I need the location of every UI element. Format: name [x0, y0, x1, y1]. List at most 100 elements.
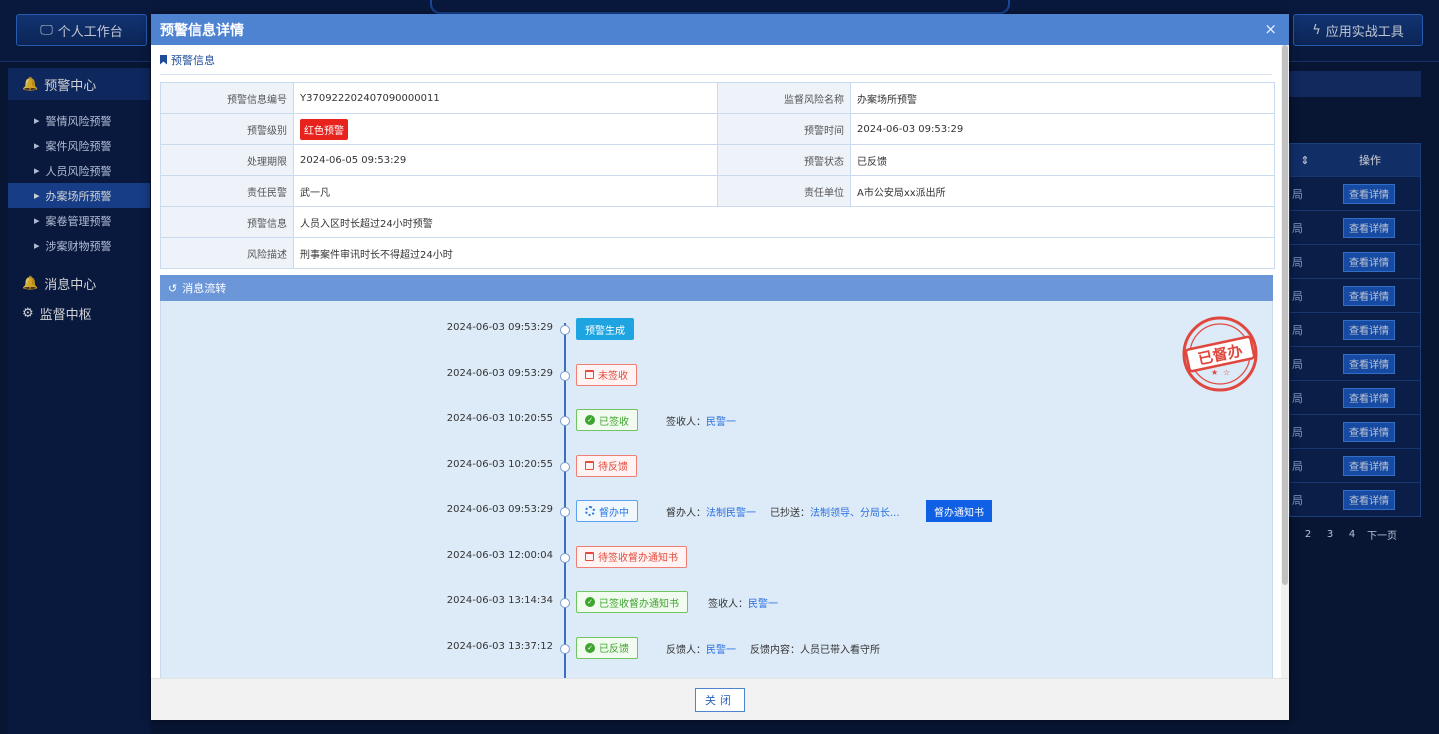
event-detail: 签收人：民警一 — [708, 595, 778, 610]
deadline: 2024-06-05 09:53:29 — [293, 144, 718, 176]
field-label: 预警状态 — [717, 144, 851, 176]
event-status-tag: 待签收督办通知书 — [576, 545, 687, 568]
section-warning-info: 预警信息 — [160, 45, 1272, 75]
event-status-text: 未签收 — [598, 371, 628, 382]
risk-description: 刑事案件审讯时长不得超过24小时 — [293, 237, 1275, 269]
timeline-dot — [560, 507, 570, 517]
history-icon: ↺ — [168, 281, 178, 295]
timeline-event: 2024-06-03 12:00:04 待签收督办通知书 — [161, 545, 1261, 568]
timeline-dot — [560, 325, 570, 335]
detail-key: 签收人： — [708, 599, 748, 610]
event-status-tag: 未签收 — [576, 363, 637, 386]
modal-title-bar: 预警信息详情 × — [151, 14, 1289, 45]
detail-key: 督办人： — [666, 508, 706, 519]
event-detail: 反馈人：民警一 反馈内容：人员已带入看守所 — [666, 641, 880, 656]
message-flow-timeline: 已督办 ★ ☆ 2024-06-03 09:53:29 预警生成 2024-06-0… — [160, 301, 1273, 678]
field-label: 预警信息编号 — [160, 82, 294, 114]
field-label: 预警信息 — [160, 206, 294, 238]
detail-key: 反馈内容： — [750, 644, 800, 656]
info-table: 预警信息编号 Y370922202407090000011 监督风险名称 办案场… — [160, 82, 1275, 269]
loading-icon — [585, 506, 595, 516]
event-status-text: 已签收 — [599, 416, 629, 428]
event-time: 2024-06-03 13:37:12 — [446, 640, 553, 652]
modal-scrollbar[interactable] — [1281, 45, 1289, 678]
warning-info: 人员入区时长超过24小时预警 — [293, 206, 1275, 238]
timeline-event: 2024-06-03 10:20:55 ✓ 已签收 签收人：民警一 — [161, 409, 1261, 431]
field-label: 预警时间 — [717, 113, 851, 145]
detail-link[interactable]: 民警一 — [748, 599, 778, 610]
event-time: 2024-06-03 09:53:29 — [446, 367, 553, 379]
event-status-tag: 待反馈 — [576, 454, 637, 477]
event-status-text: 已反馈 — [599, 644, 629, 655]
event-time: 2024-06-03 09:53:29 — [446, 504, 553, 515]
detail-link[interactable]: 法制领导、分局长... — [810, 508, 900, 519]
warning-code: Y370922202407090000011 — [293, 82, 718, 114]
responsible-police: 武一凡 — [293, 175, 718, 207]
event-status-text: 已签收督办通知书 — [599, 598, 679, 610]
field-label: 责任民警 — [160, 175, 294, 207]
event-time: 2024-06-03 13:14:34 — [446, 595, 553, 606]
detail-link[interactable]: 民警一 — [706, 645, 736, 656]
timeline-event: 2024-06-03 10:20:55 待反馈 — [161, 454, 1261, 477]
detail-key: 已抄送： — [770, 508, 810, 519]
modal-title: 预警信息详情 — [160, 22, 244, 39]
check-circle-icon: ✓ — [585, 642, 595, 653]
event-status-tag: 预警生成 — [576, 318, 634, 340]
check-circle-icon: ✓ — [585, 415, 595, 425]
event-status-tag: 督办中 — [576, 500, 638, 522]
event-status-text: 待反馈 — [598, 462, 628, 473]
event-status-tag: ✓ 已反馈 — [576, 636, 638, 659]
warning-status: 已反馈 — [850, 144, 1275, 176]
section-message-flow: ↺ 消息流转 — [160, 275, 1273, 301]
timeline-dot — [560, 643, 570, 654]
field-label: 风险描述 — [160, 237, 294, 269]
event-detail: 督办人：法制民警一 已抄送：法制领导、分局长... — [666, 504, 900, 519]
event-status-tag: ✓ 已签收督办通知书 — [576, 591, 688, 613]
calendar-icon — [585, 461, 594, 470]
calendar-icon — [585, 552, 594, 561]
close-button[interactable]: 关闭 — [695, 687, 745, 712]
event-status-text: 预警生成 — [585, 325, 625, 337]
modal-body: 预警信息 预警信息编号 Y370922202407090000011 监督风险名… — [151, 45, 1281, 678]
event-status-tag: ✓ 已签收 — [576, 409, 638, 431]
event-status-text: 督办中 — [599, 507, 629, 519]
timeline-event: 2024-06-03 13:37:12 ✓ 已反馈 反馈人：民警一 反馈内容：人员已带入… — [161, 636, 1261, 659]
timeline-dot — [560, 370, 570, 381]
warning-level-badge: 红色预警 — [300, 118, 348, 140]
check-circle-icon: ✓ — [585, 597, 595, 607]
field-label: 预警级别 — [160, 113, 294, 145]
supervise-notice-button[interactable]: 督办通知书 — [926, 500, 992, 522]
scrollbar-thumb[interactable] — [1282, 45, 1288, 585]
close-icon[interactable]: × — [1264, 20, 1277, 38]
warning-level-cell: 红色预警 — [293, 113, 718, 145]
detail-value: 人员已带入看守所 — [800, 644, 880, 656]
event-detail: 签收人：民警一 — [666, 413, 736, 428]
event-time: 2024-06-03 10:20:55 — [446, 458, 553, 470]
detail-link[interactable]: 民警一 — [706, 417, 736, 428]
warning-time: 2024-06-03 09:53:29 — [850, 113, 1275, 145]
risk-name: 办案场所预警 — [850, 82, 1275, 114]
timeline-dot — [560, 461, 570, 472]
responsible-unit: A市公安局xx派出所 — [850, 175, 1275, 207]
event-time: 2024-06-03 09:53:29 — [446, 322, 553, 333]
event-status-text: 待签收督办通知书 — [598, 553, 678, 564]
detail-link[interactable]: 法制民警一 — [706, 508, 756, 519]
field-label: 责任单位 — [717, 175, 851, 207]
modal-footer: 关闭 — [151, 678, 1289, 720]
timeline-dot — [560, 416, 570, 426]
field-label: 处理期限 — [160, 144, 294, 176]
timeline-event: 2024-06-03 09:53:29 预警生成 — [161, 318, 1261, 340]
field-label: 监督风险名称 — [717, 82, 851, 114]
detail-key: 反馈人： — [666, 644, 706, 656]
event-time: 2024-06-03 10:20:55 — [446, 413, 553, 424]
event-time: 2024-06-03 12:00:04 — [446, 549, 553, 561]
timeline-event: 2024-06-03 09:53:29 未签收 — [161, 363, 1261, 386]
timeline-dot — [560, 552, 570, 563]
detail-key: 签收人： — [666, 417, 706, 428]
bookmark-icon — [160, 54, 167, 65]
timeline-event: 2024-06-03 09:53:29 督办中 督办人：法制民警一 已抄送：法制领导、… — [161, 500, 1261, 522]
timeline-dot — [560, 598, 570, 608]
warning-detail-modal: 预警信息详情 × 预警信息 预警信息编号 Y370922202407090000… — [151, 14, 1289, 720]
calendar-icon — [585, 370, 594, 379]
timeline-event: 2024-06-03 13:14:34 ✓ 已签收督办通知书 签收人：民警一 — [161, 591, 1261, 613]
